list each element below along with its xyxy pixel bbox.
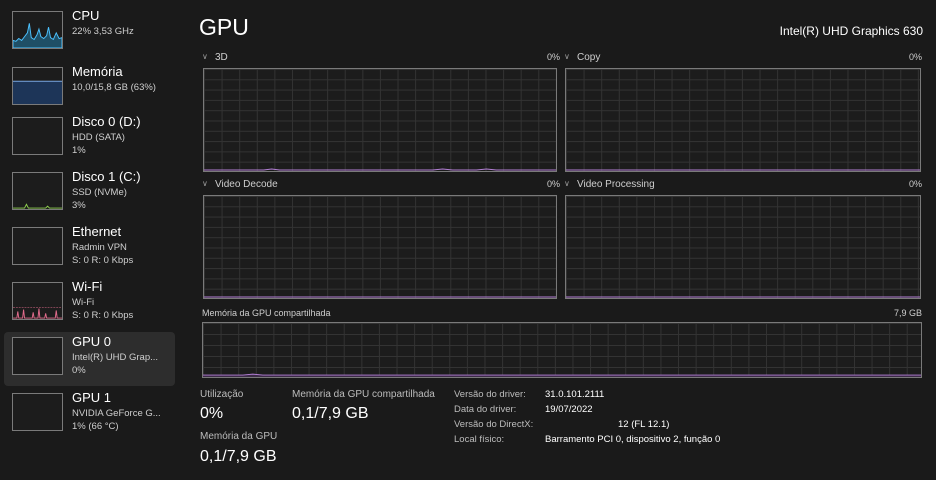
sidebar-item-ethernet[interactable]: Ethernet Radmin VPN S: 0 R: 0 Kbps: [4, 222, 175, 276]
engine-3d-graph: [203, 68, 557, 172]
engine-selector-3d[interactable]: 3D: [215, 52, 228, 63]
sidebar-item-disco-1[interactable]: Disco 1 (C:) SSD (NVMe) 3%: [4, 167, 175, 221]
engine-selector-copy[interactable]: Copy: [577, 52, 600, 63]
sidebar-item-gpu-0[interactable]: GPU 0 Intel(R) UHD Grap... 0%: [4, 332, 175, 386]
sidebar-item-detail: HDD (SATA): [72, 132, 125, 143]
sidebar-item-detail: Intel(R) UHD Grap...: [72, 352, 159, 363]
shared-memory-header: Memória da GPU compartilhada 7,9 GB: [202, 308, 922, 320]
sidebar-item-usage: 0%: [72, 365, 86, 376]
sidebar-item-usage: 1% (66 °C): [72, 421, 119, 432]
directx-version-label: Versão do DirectX:: [454, 419, 534, 430]
driver-date-label: Data do driver:: [454, 404, 517, 415]
gpu-1-thumbnail-graph: [12, 393, 63, 431]
utilization-value: 0%: [200, 405, 224, 422]
sidebar: CPU 22% 3,53 GHz Memória 10,0/15,8 GB (6…: [0, 0, 180, 480]
shared-memory-label: Memória da GPU compartilhada: [202, 308, 331, 318]
engine-video-decode-graph: [203, 195, 557, 299]
chevron-down-icon[interactable]: ∨: [564, 179, 570, 188]
shared-gpu-memory-label: Memória da GPU compartilhada: [292, 389, 435, 400]
engine-3d-header: ∨ 3D 0%: [202, 52, 560, 66]
engine-percent: 0%: [546, 52, 560, 62]
sidebar-item-name: CPU: [72, 8, 100, 23]
chevron-down-icon[interactable]: ∨: [564, 52, 570, 61]
sidebar-item-disco-0[interactable]: Disco 0 (D:) HDD (SATA) 1%: [4, 112, 175, 166]
sidebar-item-name: Disco 1 (C:): [72, 169, 141, 184]
sidebar-item-cpu[interactable]: CPU 22% 3,53 GHz: [4, 6, 175, 60]
directx-version-value: 12 (FL 12.1): [618, 419, 670, 430]
cpu-thumbnail-graph: [12, 11, 63, 49]
sidebar-item-detail: NVIDIA GeForce G...: [72, 408, 161, 419]
shared-gpu-memory-value: 0,1/7,9 GB: [292, 405, 369, 422]
physical-location-value: Barramento PCI 0, dispositivo 2, função …: [545, 434, 721, 445]
adapter-name: Intel(R) UHD Graphics 630: [779, 24, 923, 38]
sidebar-item-usage: 3%: [72, 200, 86, 211]
engine-percent: 0%: [908, 179, 922, 189]
sidebar-item-name: GPU 0: [72, 334, 112, 349]
driver-version-value: 31.0.101.2111: [545, 389, 605, 400]
gpu-0-thumbnail-graph: [12, 337, 63, 375]
physical-location-label: Local físico:: [454, 434, 505, 445]
sidebar-item-detail: Wi-Fi: [72, 297, 95, 308]
wifi-thumbnail-graph: [12, 282, 63, 320]
utilization-label: Utilização: [200, 389, 244, 400]
engine-copy-header: ∨ Copy 0%: [564, 52, 922, 66]
engine-copy-graph: [565, 68, 921, 172]
memory-thumbnail-graph: [12, 67, 63, 105]
gpu-detail-panel: GPU Intel(R) UHD Graphics 630 ∨ 3D 0% ∨ …: [180, 0, 936, 480]
disk-0-thumbnail-graph: [12, 117, 63, 155]
engine-percent: 0%: [546, 179, 560, 189]
sidebar-item-wifi[interactable]: Wi-Fi Wi-Fi S: 0 R: 0 Kbps: [4, 277, 175, 331]
chevron-down-icon[interactable]: ∨: [202, 52, 208, 61]
sidebar-item-detail: SSD (NVMe): [72, 187, 127, 198]
page-title: GPU: [199, 14, 249, 40]
sidebar-item-detail: 10,0/15,8 GB (63%): [72, 82, 156, 93]
driver-date-value: 19/07/2022: [545, 404, 593, 415]
sidebar-item-name: Disco 0 (D:): [72, 114, 141, 129]
sidebar-item-usage: 1%: [72, 145, 86, 156]
sidebar-item-throughput: S: 0 R: 0 Kbps: [72, 255, 134, 266]
engine-selector-video-processing[interactable]: Video Processing: [577, 179, 655, 190]
gpu-memory-value: 0,1/7,9 GB: [200, 448, 277, 465]
sidebar-item-throughput: S: 0 R: 0 Kbps: [72, 310, 134, 321]
sidebar-item-name: Ethernet: [72, 224, 122, 239]
sidebar-item-gpu-1[interactable]: GPU 1 NVIDIA GeForce G... 1% (66 °C): [4, 388, 175, 442]
driver-version-label: Versão do driver:: [454, 389, 526, 400]
gpu-memory-label: Memória da GPU: [200, 431, 278, 442]
engine-percent: 0%: [908, 52, 922, 62]
engine-video-processing-header: ∨ Video Processing 0%: [564, 179, 922, 193]
sidebar-item-detail: Radmin VPN: [72, 242, 127, 253]
ethernet-thumbnail-graph: [12, 227, 63, 265]
shared-memory-max: 7,9 GB: [893, 308, 922, 318]
engine-video-processing-graph: [565, 195, 921, 299]
shared-memory-graph: [202, 322, 922, 378]
sidebar-item-name: Memória: [72, 64, 123, 79]
sidebar-item-name: GPU 1: [72, 390, 112, 405]
sidebar-item-detail: 22% 3,53 GHz: [72, 26, 134, 37]
engine-video-decode-header: ∨ Video Decode 0%: [202, 179, 560, 193]
sidebar-item-memoria[interactable]: Memória 10,0/15,8 GB (63%): [4, 62, 175, 116]
sidebar-item-name: Wi-Fi: [72, 279, 103, 294]
disk-1-thumbnail-graph: [12, 172, 63, 210]
chevron-down-icon[interactable]: ∨: [202, 179, 208, 188]
engine-selector-video-decode[interactable]: Video Decode: [215, 179, 278, 190]
